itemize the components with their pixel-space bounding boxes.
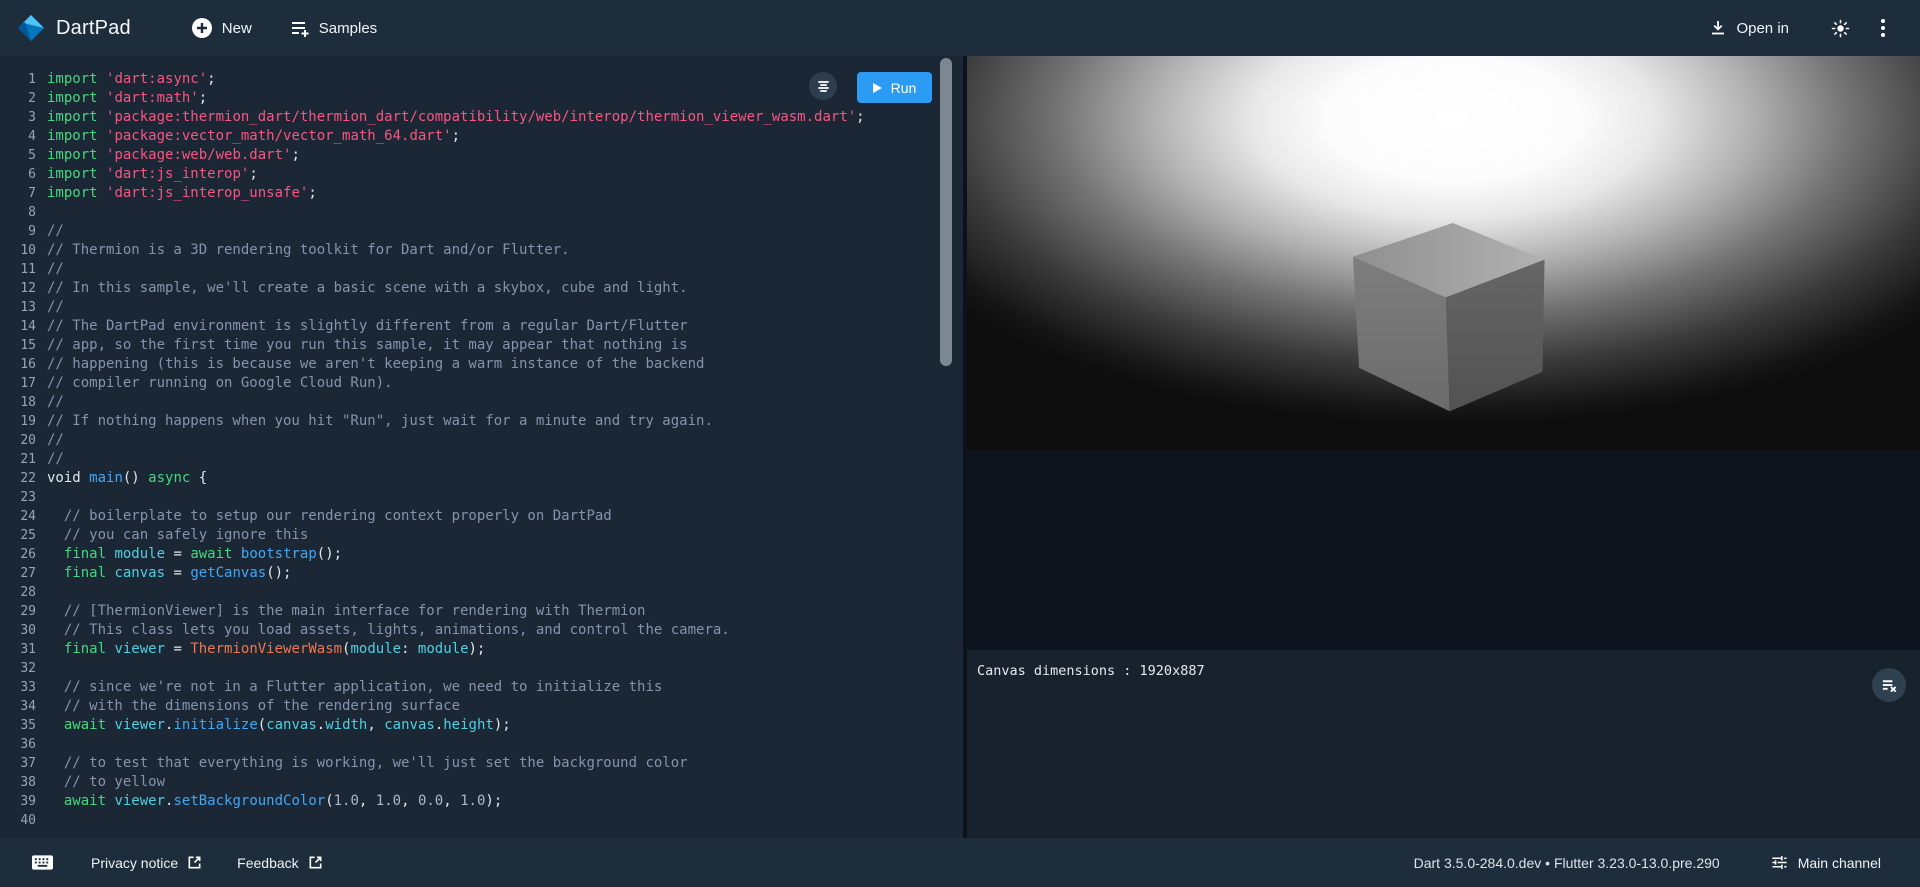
code-line: 6import 'dart:js_interop'; xyxy=(0,165,943,184)
feedback-label: Feedback xyxy=(237,855,298,871)
code-lines: 1import 'dart:async';2import 'dart:math'… xyxy=(0,70,943,830)
play-icon xyxy=(873,83,882,93)
code-line: 37 // to test that everything is working… xyxy=(0,754,943,773)
code-line: 7import 'dart:js_interop_unsafe'; xyxy=(0,184,943,203)
tune-icon xyxy=(1771,854,1788,871)
code-line: 12// In this sample, we'll create a basi… xyxy=(0,279,943,298)
code-line: 20// xyxy=(0,431,943,450)
code-line: 13// xyxy=(0,298,943,317)
run-button[interactable]: Run xyxy=(857,72,932,103)
code-line: 5import 'package:web/web.dart'; xyxy=(0,146,943,165)
add-circle-icon xyxy=(191,17,213,39)
privacy-notice-link[interactable]: Privacy notice xyxy=(91,851,202,875)
code-line: 18// xyxy=(0,393,943,412)
overflow-menu-button[interactable] xyxy=(1876,14,1890,42)
code-line: 26 final module = await bootstrap(); xyxy=(0,545,943,564)
code-line: 32 xyxy=(0,659,943,678)
code-line: 28 xyxy=(0,583,943,602)
code-line: 14// The DartPad environment is slightly… xyxy=(0,317,943,336)
editor-scrollbar[interactable] xyxy=(940,58,952,366)
code-line: 23 xyxy=(0,488,943,507)
app-footer: Privacy notice Feedback Dart 3.5.0-284.0… xyxy=(0,838,1920,887)
code-line: 33 // since we're not in a Flutter appli… xyxy=(0,678,943,697)
privacy-notice-label: Privacy notice xyxy=(91,855,178,871)
code-line: 16// happening (this is because we aren'… xyxy=(0,355,943,374)
rendered-cube xyxy=(1353,223,1545,411)
code-line: 15// app, so the first time you run this… xyxy=(0,336,943,355)
code-line: 25 // you can safely ignore this xyxy=(0,526,943,545)
code-line: 29 // [ThermionViewer] is the main inter… xyxy=(0,602,943,621)
code-line: 27 final canvas = getCanvas(); xyxy=(0,564,943,583)
samples-button-label: Samples xyxy=(319,20,377,37)
open-in-button[interactable]: Open in xyxy=(1705,13,1793,43)
code-line: 36 xyxy=(0,735,943,754)
code-line: 35 await viewer.initialize(canvas.width,… xyxy=(0,716,943,735)
channel-label: Main channel xyxy=(1798,855,1881,871)
console-output: Canvas dimensions : 1920x887 xyxy=(977,663,1910,679)
footer-right: Dart 3.5.0-284.0.dev • Flutter 3.23.0-13… xyxy=(1414,853,1887,872)
external-link-icon xyxy=(187,855,202,870)
code-line: 22void main() async { xyxy=(0,469,943,488)
download-icon xyxy=(1709,19,1727,37)
run-button-label: Run xyxy=(891,80,917,96)
code-line: 38 // to yellow xyxy=(0,773,943,792)
playlist-add-icon xyxy=(290,18,310,38)
code-line: 10// Thermion is a 3D rendering toolkit … xyxy=(0,241,943,260)
code-line: 24 // boilerplate to setup our rendering… xyxy=(0,507,943,526)
open-in-label: Open in xyxy=(1736,20,1789,37)
header-actions: Open in xyxy=(1705,13,1890,43)
code-line: 31 final viewer = ThermionViewerWasm(mod… xyxy=(0,640,943,659)
code-line: 34 // with the dimensions of the renderi… xyxy=(0,697,943,716)
clear-console-icon xyxy=(1881,677,1898,694)
dartpad-logo-icon xyxy=(18,15,44,41)
brightness-sun-icon xyxy=(1831,19,1850,38)
code-line: 39 await viewer.setBackgroundColor(1.0, … xyxy=(0,792,943,811)
external-link-icon xyxy=(308,855,323,870)
channel-selector-button[interactable]: Main channel xyxy=(1765,853,1887,872)
clear-console-button[interactable] xyxy=(1872,668,1906,702)
code-line: 17// compiler running on Google Cloud Ru… xyxy=(0,374,943,393)
code-editor-panel[interactable]: 1import 'dart:async';2import 'dart:math'… xyxy=(0,56,963,838)
code-line: 3import 'package:thermion_dart/thermion_… xyxy=(0,108,943,127)
code-line: 8 xyxy=(0,203,943,222)
code-line: 21// xyxy=(0,450,943,469)
keyboard-icon xyxy=(32,855,53,870)
code-line: 40 xyxy=(0,811,943,830)
feedback-link[interactable]: Feedback xyxy=(237,851,322,875)
kebab-menu-icon xyxy=(1880,18,1886,38)
new-button[interactable]: New xyxy=(187,11,256,45)
theme-toggle-button[interactable] xyxy=(1827,15,1854,42)
code-line: 1import 'dart:async'; xyxy=(0,70,943,89)
render-canvas-3d-scene[interactable] xyxy=(967,56,1920,450)
code-line: 4import 'package:vector_math/vector_math… xyxy=(0,127,943,146)
new-button-label: New xyxy=(222,20,252,37)
app-title: DartPad xyxy=(56,17,131,40)
output-spacer xyxy=(967,450,1920,650)
code-line: 2import 'dart:math'; xyxy=(0,89,943,108)
format-icon xyxy=(816,79,831,94)
workspace: 1import 'dart:async';2import 'dart:math'… xyxy=(0,56,1920,838)
app-header: DartPad New Samples Open xyxy=(0,0,1920,56)
console-panel: Canvas dimensions : 1920x887 xyxy=(967,650,1920,838)
code-line: 11// xyxy=(0,260,943,279)
format-button[interactable] xyxy=(809,72,837,100)
code-line: 30 // This class lets you load assets, l… xyxy=(0,621,943,640)
samples-button[interactable]: Samples xyxy=(286,12,381,44)
code-line: 9// xyxy=(0,222,943,241)
keyboard-shortcuts-button[interactable] xyxy=(28,851,57,874)
output-panel: Canvas dimensions : 1920x887 xyxy=(967,56,1920,838)
code-line: 19// If nothing happens when you hit "Ru… xyxy=(0,412,943,431)
sdk-versions: Dart 3.5.0-284.0.dev • Flutter 3.23.0-13… xyxy=(1414,855,1720,871)
